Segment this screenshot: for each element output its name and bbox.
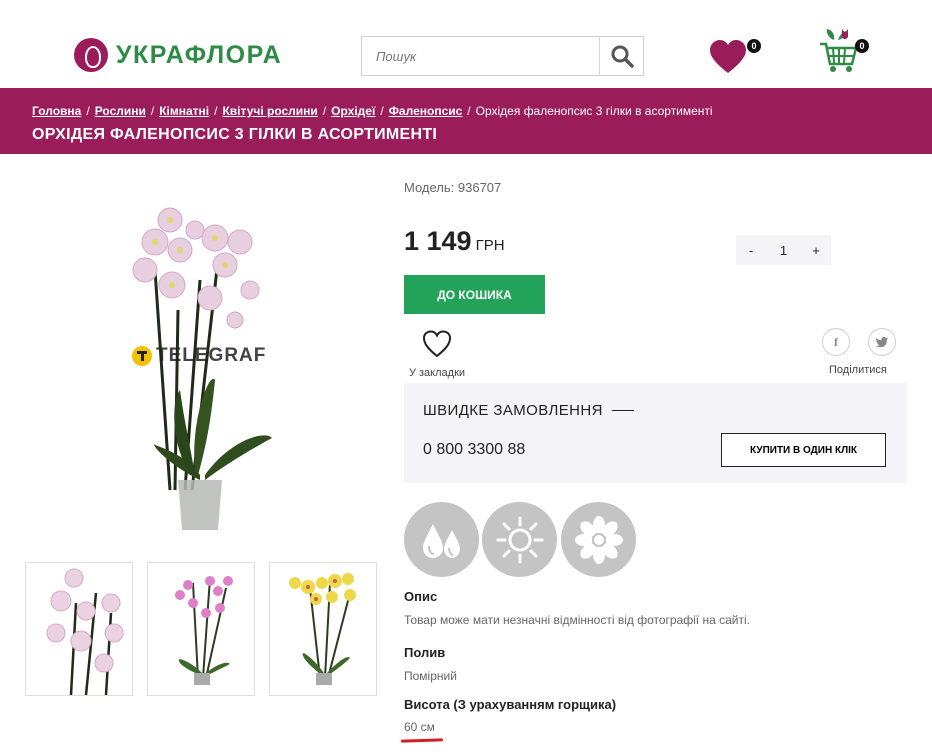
bookmark-label: У закладки (408, 367, 466, 379)
highlight-underline (400, 738, 444, 743)
breadcrumb-current: Орхідея фаленопсис 3 гілки в асортименті (475, 104, 713, 118)
breadcrumb-indoor[interactable]: Кімнатні (159, 104, 209, 118)
twitter-icon (876, 337, 888, 347)
sun-icon (482, 502, 557, 577)
attr-description-value: Товар може мати незначні відмінності від… (404, 613, 750, 627)
qty-decrease-button[interactable]: - (736, 243, 766, 258)
heart-outline-icon (422, 330, 452, 358)
qty-input[interactable]: 1 (769, 243, 799, 258)
attr-height-value: 60 см (404, 720, 435, 734)
telegraf-logo-icon (132, 346, 152, 366)
share-label: Поділитися (829, 364, 887, 376)
logo-flower-icon (74, 38, 108, 72)
breadcrumb: Головна / Рослини / Кімнатні / Квітучі рослини… (32, 104, 713, 118)
title-banner: Головна / Рослини / Кімнатні / Квітучі рослини… (0, 88, 932, 154)
cart-button[interactable]: 0 (818, 28, 869, 79)
breadcrumb-home[interactable]: Головна (32, 104, 81, 118)
flower-icon (561, 502, 636, 577)
price-currency: ГРН (475, 237, 505, 254)
quick-order-phone[interactable]: 0 800 3300 88 (423, 441, 525, 459)
watermark-text: TELEGRAF (156, 345, 267, 366)
logo-text: УКРАФЛОРА (116, 40, 283, 69)
wishlist-button[interactable]: 0 (709, 39, 761, 79)
price-value: 1 149 (404, 226, 472, 256)
product-thumbnail-2[interactable] (147, 562, 255, 696)
search-box (361, 36, 644, 76)
breadcrumb-plants[interactable]: Рослини (95, 104, 146, 118)
title-divider (612, 410, 634, 411)
wishlist-count-badge: 0 (747, 39, 761, 53)
watermark: TELEGRAF (132, 345, 266, 367)
page-title: ОРХІДЕЯ ФАЛЕНОПСИС 3 ГІЛКИ В АСОРТИМЕНТІ (32, 126, 438, 143)
attr-description-heading: Опис (404, 589, 438, 604)
attr-height-heading: Висота (З урахуванням горщика) (404, 697, 617, 712)
one-click-buy-button[interactable]: КУПИТИ В ОДИН КЛІК (721, 433, 886, 467)
heart-icon (710, 40, 746, 73)
site-header: УКРАФЛОРА 0 0 (0, 0, 932, 88)
quantity-stepper: - 1 + (736, 235, 831, 265)
flower-basket-icon (820, 29, 858, 72)
quick-order-title: ШВИДКЕ ЗАМОВЛЕННЯ (423, 402, 603, 419)
cart-count-badge: 0 (855, 39, 869, 53)
search-input[interactable] (362, 37, 598, 75)
attr-watering-heading: Полив (404, 645, 446, 660)
water-drops-icon (404, 502, 479, 577)
product-price: 1 149 ГРН (404, 226, 505, 257)
attr-watering-value: Помірний (404, 669, 457, 683)
bookmark-button[interactable]: У закладки (404, 330, 470, 379)
twitter-share-button[interactable] (868, 328, 896, 356)
quick-order-panel: ШВИДКЕ ЗАМОВЛЕННЯ 0 800 3300 88 КУПИТИ В… (404, 383, 907, 483)
breadcrumb-phalaenopsis[interactable]: Фаленопсис (389, 104, 463, 118)
logo[interactable]: УКРАФЛОРА (74, 38, 282, 72)
search-button[interactable] (599, 37, 643, 75)
search-icon (611, 45, 634, 68)
breadcrumb-flowering[interactable]: Квітучі рослини (222, 104, 317, 118)
qty-increase-button[interactable]: + (801, 243, 831, 258)
facebook-icon: f (834, 334, 838, 349)
breadcrumb-orchids[interactable]: Орхідеї (331, 104, 375, 118)
add-to-cart-button[interactable]: ДО КОШИКА (404, 275, 545, 314)
facebook-share-button[interactable]: f (822, 328, 850, 356)
product-thumbnail-1[interactable] (25, 562, 133, 696)
product-model: Модель: 936707 (404, 180, 502, 195)
product-thumbnail-3[interactable] (269, 562, 377, 696)
product-main-image[interactable]: TELEGRAF (100, 190, 310, 540)
